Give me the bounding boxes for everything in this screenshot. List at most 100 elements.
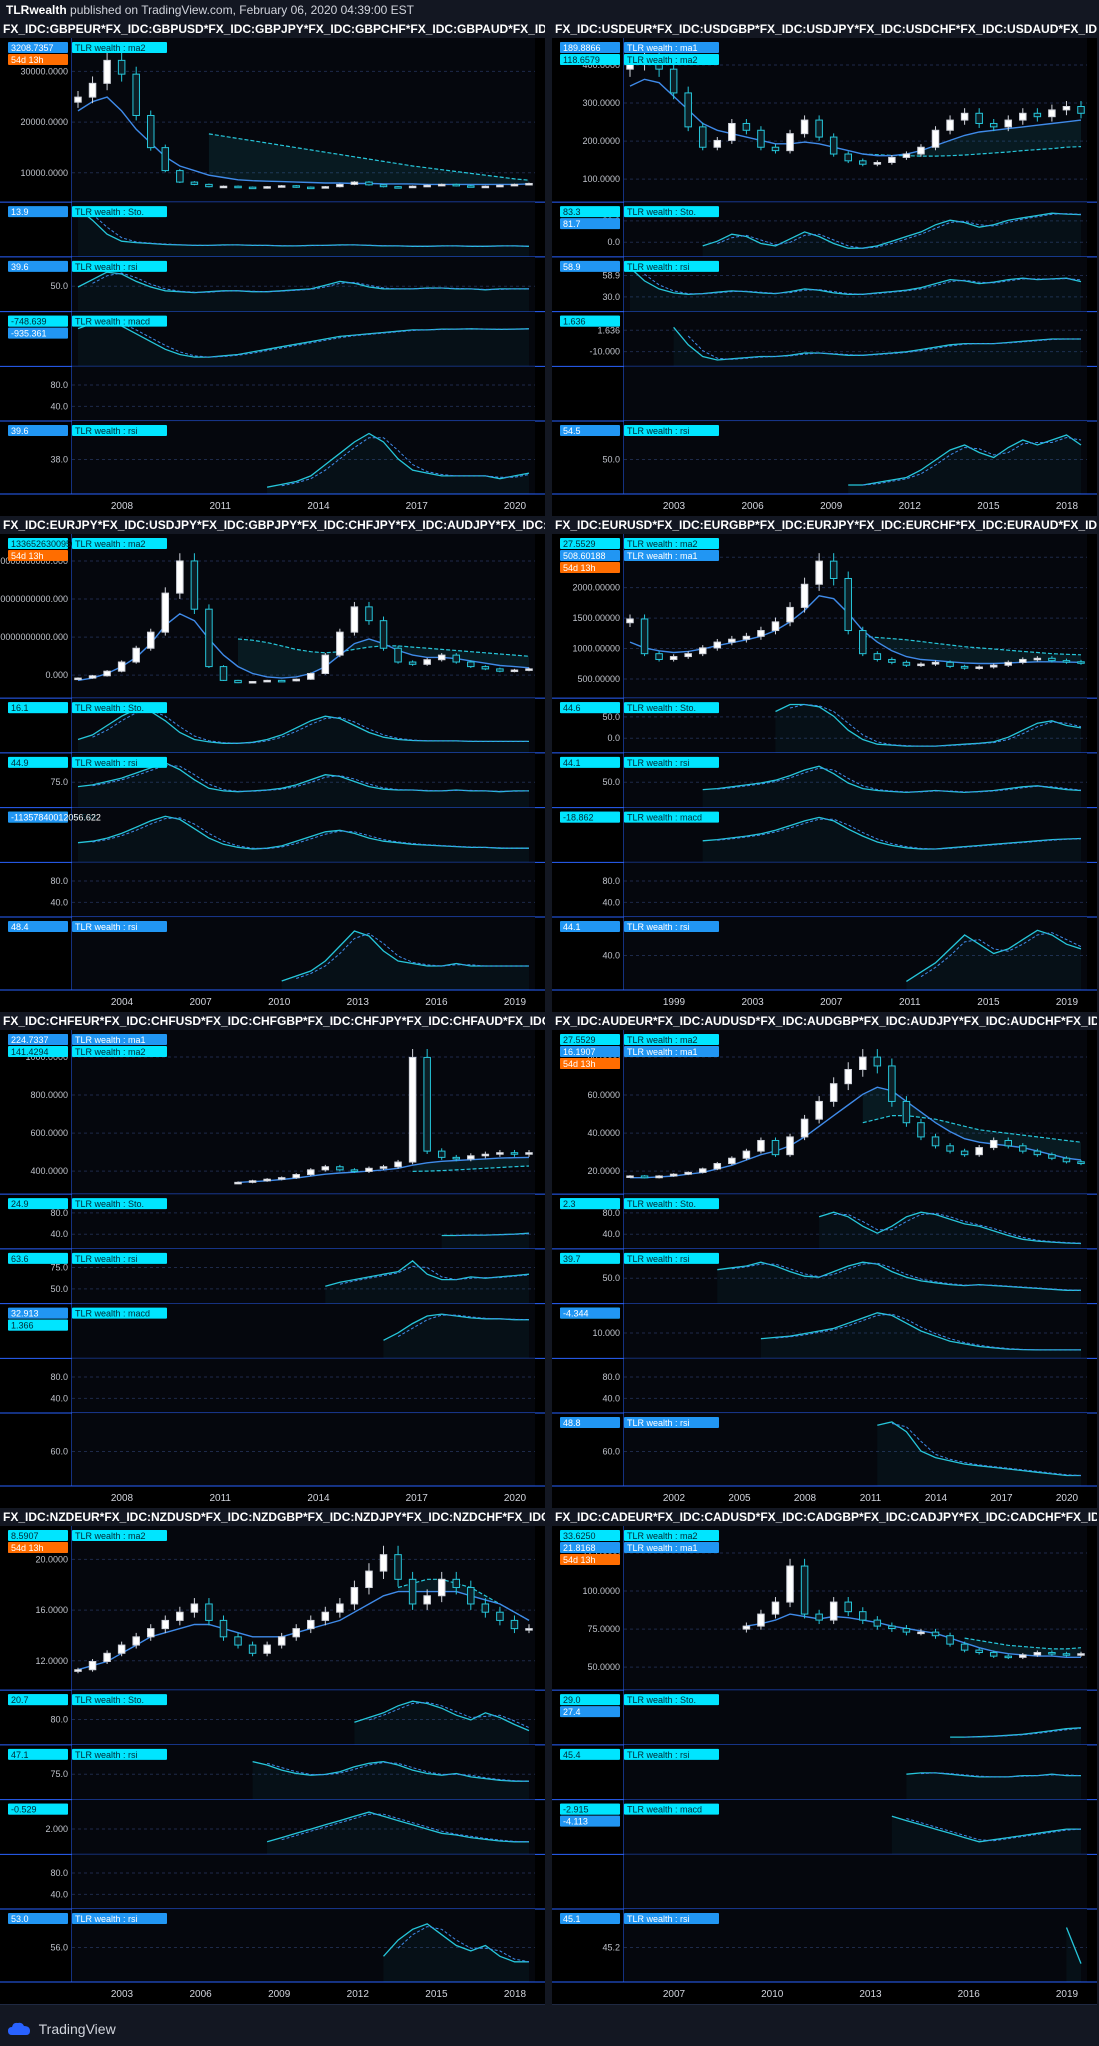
candle-body [525,1152,533,1155]
value-label-text: TLR wealth : ma2 [75,43,146,53]
y-tick-label: 50.0 [50,281,68,291]
candle-body [815,560,823,585]
candle-body [394,186,402,189]
candle-body [989,1139,998,1149]
candle-body [946,119,954,131]
candle-body [74,96,82,103]
value-label-text: TLR wealth : ma2 [627,539,698,549]
y-tick-label: 0.0 [607,733,620,743]
value-label-text: 54d 13h [11,1543,44,1553]
value-label-text: 44.1 [563,758,581,768]
y-tick-label: 40.0 [602,897,620,907]
candle-body [859,1056,867,1070]
y-tick-label: 40.0 [50,897,68,907]
candle-body [408,1578,417,1605]
x-tick-label: 2012 [347,1989,370,2000]
candle-body [713,1163,722,1170]
candle-body [728,638,736,643]
value-label-text: -11357840012056.622 [11,813,101,823]
value-label-text: TLR wealth : macd [75,1309,150,1319]
y-tick-label: 40.0000 [587,1128,620,1138]
chart-panel[interactable]: FX_IDC:EURUSD*FX_IDC:EURGBP*FX_IDC:EURJP… [552,516,1097,1013]
candle-body [408,661,417,665]
value-label-text: -18.862 [563,813,594,823]
y-tick-label: 50.0 [602,777,620,787]
candle-body [248,186,257,190]
value-label-text: 508.60188 [563,551,606,561]
y-tick-label: 80.0 [602,1208,620,1218]
candle-body [277,185,286,188]
x-tick-label: 2004 [111,997,134,1008]
candle-body [684,92,692,128]
candle-body [408,1056,417,1163]
value-label-text: TLR wealth : ma2 [75,1047,146,1057]
y-tick-label: 300.0000 [582,98,620,108]
candle-body [277,1177,286,1180]
y-tick-label: 500.00000 [577,674,620,684]
candle-body [103,59,111,84]
value-label-text: 33.6250 [563,1531,596,1541]
tradingview-logo[interactable]: TradingView [8,2021,116,2037]
chart-panel[interactable]: FX_IDC:EURJPY*FX_IDC:USDJPY*FX_IDC:GBPJP… [0,516,545,1013]
candle-body [234,679,242,684]
y-tick-label: 80.0 [50,1372,68,1382]
candle-body [757,129,765,148]
chart-panel[interactable]: FX_IDC:CHFEUR*FX_IDC:CHFUSD*FX_IDC:CHFGB… [0,1012,545,1509]
candle-body [190,1603,199,1613]
candle-body [292,1174,300,1179]
author-name[interactable]: TLRwealth [6,3,67,17]
y-tick-label: 200.0000 [582,136,620,146]
y-tick-label: 2000.00000 [572,583,620,593]
x-tick-label: 2010 [761,1989,784,2000]
candle-body [713,139,722,148]
x-tick-label: 2018 [1056,501,1079,512]
candle-body [815,119,823,138]
y-tick-label: 20000.0000 [20,117,68,127]
candle-body [829,136,838,155]
candle-body [117,661,126,672]
value-label-text: TLR wealth : rsi [627,758,690,768]
candle-body [452,1156,461,1160]
chart-svg: 1999200320072011201520192500.000002000.0… [552,534,1097,1008]
x-tick-label: 2017 [406,1493,429,1504]
value-label-text: 81.7 [563,219,581,229]
x-tick-label: 2020 [504,501,527,512]
candle-body [1033,657,1042,661]
y-tick-label: 60.0 [602,1447,620,1457]
chart-panel[interactable]: FX_IDC:AUDEUR*FX_IDC:AUDUSD*FX_IDC:AUDGB… [552,1012,1097,1509]
candle-body [786,133,794,152]
chart-panel[interactable]: FX_IDC:NZDEUR*FX_IDC:NZDUSD*FX_IDC:NZDGB… [0,1508,545,2005]
value-label-text: 45.1 [563,1914,581,1924]
x-tick-label: 2019 [1056,997,1079,1008]
x-tick-label: 2017 [990,1493,1013,1504]
y-tick-label: 0.000 [45,670,68,680]
candle-body [379,184,388,188]
chart-panel[interactable]: FX_IDC:USDEUR*FX_IDC:USDGBP*FX_IDC:USDJP… [552,20,1097,517]
y-tick-label: 80.0 [50,380,68,390]
candle-body [728,1157,736,1165]
candle-body [829,1601,838,1621]
candle-body [873,162,882,165]
value-label-text: TLR wealth : Sto. [627,207,696,217]
x-tick-label: 2003 [663,501,686,512]
candle-body [423,1595,431,1605]
x-tick-label: 2016 [425,997,448,1008]
candle-body [873,1056,882,1067]
value-label-text: TLR wealth : ma2 [75,1531,146,1541]
value-label-text: TLR wealth : rsi [627,426,690,436]
candle-body [917,146,925,155]
y-tick-label: 40.0 [50,1393,68,1403]
candle-body [510,1619,519,1630]
candle-body [321,186,330,189]
chart-panel[interactable]: FX_IDC:GBPEUR*FX_IDC:GBPUSD*FX_IDC:GBPJP… [0,20,545,517]
value-label-text: 118.6579 [563,55,600,65]
value-label-text: -4.344 [563,1309,589,1319]
pane-background [72,1358,535,1414]
pane-background [72,1413,535,1486]
x-tick-label: 2020 [1056,1493,1079,1504]
value-label-text: 1.366 [11,1321,34,1331]
candle-body [176,170,184,183]
candle-body [815,1613,823,1621]
candle-body [771,621,780,632]
chart-panel[interactable]: FX_IDC:CADEUR*FX_IDC:CADUSD*FX_IDC:CADGB… [552,1508,1097,2005]
